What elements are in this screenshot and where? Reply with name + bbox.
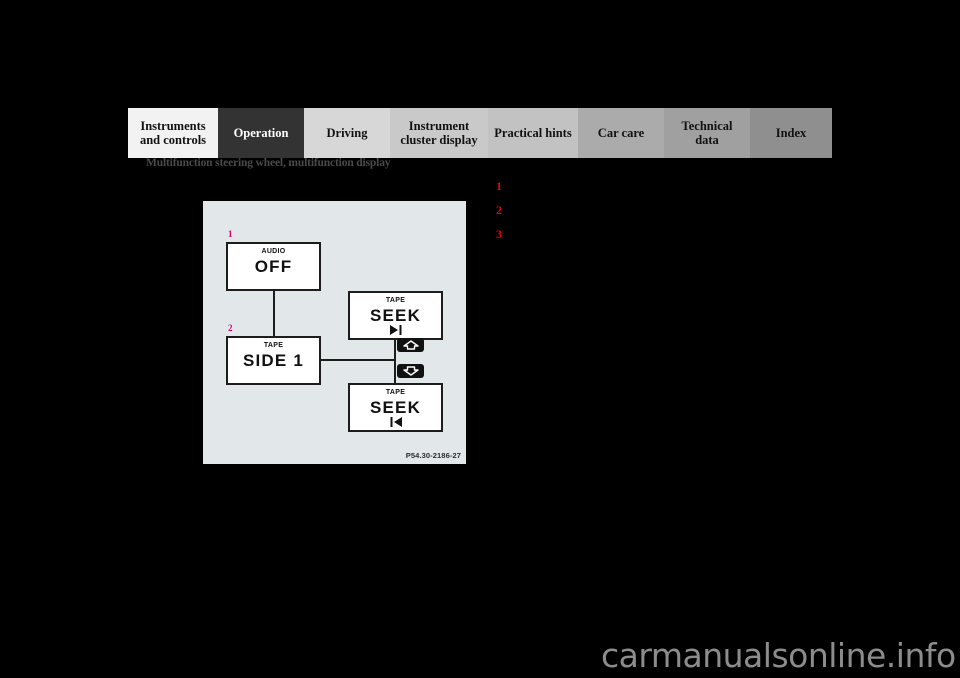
display-box-top-label: TAPE [263,342,284,349]
nav-tab-technical-data[interactable]: Technical data [664,108,750,158]
section-tab-bar: Instruments and controls Operation Drivi… [128,108,832,158]
display-box-main-label: SEEK [369,398,422,417]
legend-number: 2 [496,203,502,217]
legend-number: 1 [496,179,502,193]
seek-forward-icon [388,324,404,339]
nav-tab-label-line: Technical [681,118,733,133]
nav-tab-label-line: data [695,133,719,147]
nav-tab-label-line: Driving [326,125,368,140]
display-box-tape-seek-forward: TAPE SEEK [348,291,443,340]
display-box-main-label: SEEK [369,306,422,325]
nav-tab-index[interactable]: Index [750,108,832,158]
display-box-tape-seek-reverse: TAPE SEEK [348,383,443,432]
numbered-legend-list: 1 2 3 [496,180,826,252]
nav-tab-driving[interactable]: Driving [304,108,390,158]
nav-tab-label-line: Index [775,125,807,140]
nav-tab-label-line: Operation [233,125,289,140]
callout-number-1: 1 [228,229,233,239]
nav-tab-label-line: Car care [597,125,645,140]
display-box-main-label: OFF [254,257,293,276]
arrow-down-icon [402,366,419,376]
connector-line-tape-to-seek [320,359,396,361]
display-box-top-label: AUDIO [261,248,286,255]
nav-tab-label-line: and controls [139,133,207,147]
nav-tab-car-care[interactable]: Car care [578,108,664,158]
nav-tab-operation[interactable]: Operation [218,108,304,158]
nav-tab-label-line: Practical hints [494,125,572,140]
page-root: Instruments and controls Operation Drivi… [0,0,960,678]
legend-number: 3 [496,227,502,241]
nav-tab-instrument-cluster-display[interactable]: Instrument cluster display [390,108,488,158]
diagram-reference-code: P54.30-2186-27 [405,451,461,460]
arrow-up-icon [402,340,419,350]
list-item: 2 [496,204,826,217]
display-box-tape-side: TAPE SIDE 1 [226,336,321,385]
nav-tab-instruments-and-controls[interactable]: Instruments and controls [128,108,218,158]
diagram-panel: 1 2 3 AUDIO OFF TAPE SIDE 1 TAPE SEEK [203,201,466,464]
seek-reverse-icon [388,416,404,431]
display-box-top-label: TAPE [385,389,406,396]
seek-forward-icon-glyph [389,325,401,335]
display-box-main-label: SIDE 1 [242,351,305,370]
nav-tab-label-line: Instruments [140,118,206,133]
connector-line-seek-vertical [394,338,396,384]
list-item: 3 [496,228,826,241]
callout-number-2: 2 [228,323,233,333]
site-watermark: carmanualsonline.info [601,636,956,675]
connector-line-audio-to-tape [273,289,275,338]
page-title: Multifunction steering wheel, multifunct… [146,157,391,169]
display-box-top-label: TAPE [385,297,406,304]
seek-reverse-icon-glyph [390,417,402,427]
steering-wheel-rocker-up-button[interactable] [397,338,424,352]
steering-wheel-rocker-down-button[interactable] [397,364,424,378]
display-box-audio-off: AUDIO OFF [226,242,321,291]
list-item: 1 [496,180,826,193]
nav-tab-practical-hints[interactable]: Practical hints [488,108,578,158]
nav-tab-label-line: cluster display [400,133,478,147]
nav-tab-label-line: Instrument [408,118,470,133]
